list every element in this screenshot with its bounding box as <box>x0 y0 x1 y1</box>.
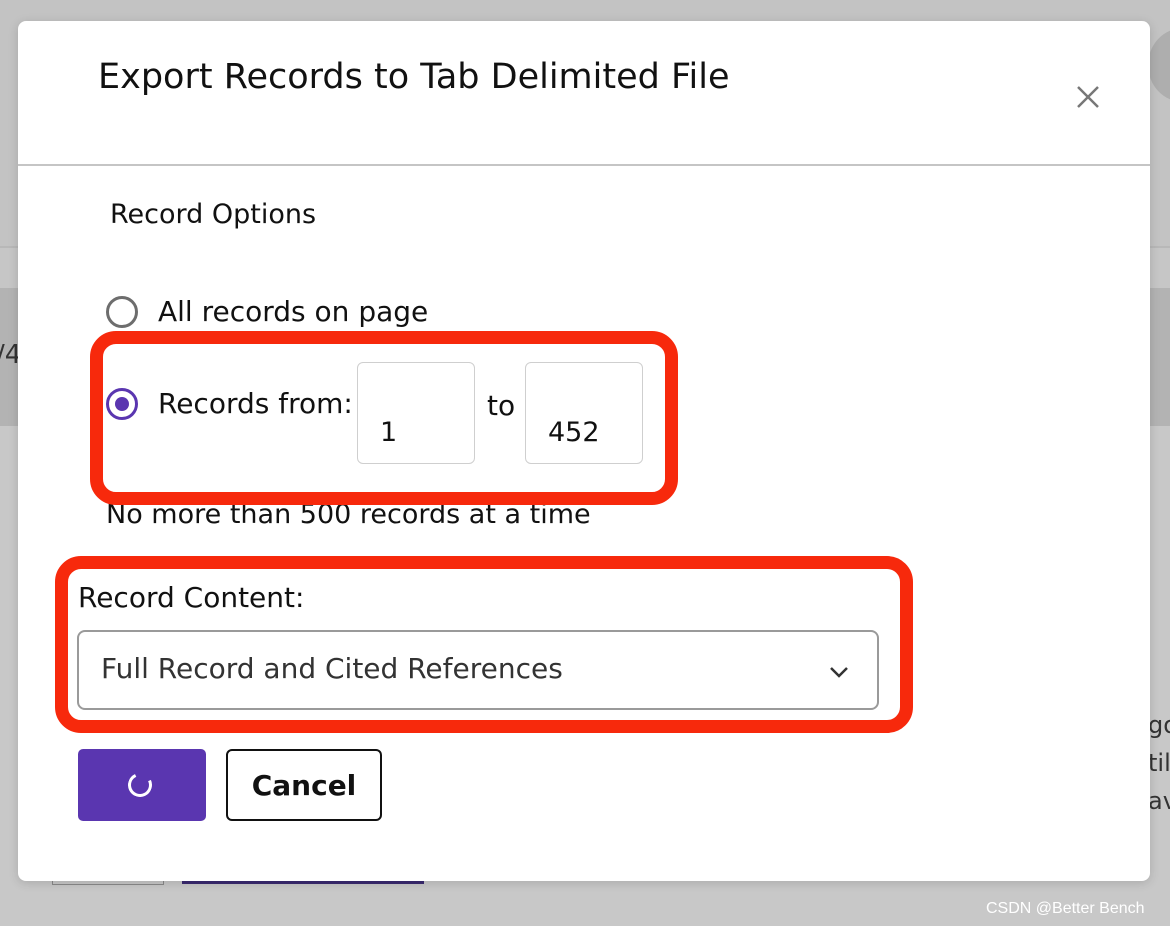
dialog-title: Export Records to Tab Delimited File <box>98 57 730 97</box>
watermark: CSDN @Better Bench <box>986 900 1145 917</box>
record-content-label: Record Content: <box>78 581 305 614</box>
divider <box>18 164 1150 166</box>
record-options-label: Record Options <box>110 199 317 230</box>
background-text-fragment: till <box>1148 749 1170 777</box>
records-limit-note: No more than 500 records at a time <box>106 499 591 530</box>
export-dialog: Export Records to Tab Delimited File Rec… <box>18 21 1150 881</box>
chevron-down-icon <box>827 660 851 684</box>
loading-spinner-icon <box>124 769 156 801</box>
export-button[interactable] <box>78 749 206 821</box>
radio-all-records[interactable]: All records on page <box>106 295 428 328</box>
record-content-select[interactable]: Full Record and Cited References <box>77 630 879 710</box>
background-text-fragment: gor <box>1148 711 1170 739</box>
records-to-input[interactable] <box>525 362 643 464</box>
records-from-input[interactable] <box>357 362 475 464</box>
to-label: to <box>487 389 516 422</box>
radio-button[interactable] <box>106 295 138 328</box>
radio-label: Records from: <box>158 387 353 420</box>
close-icon[interactable] <box>1070 79 1106 115</box>
background-text-fragment: ava <box>1148 787 1170 815</box>
cancel-button[interactable]: Cancel <box>226 749 382 821</box>
radio-button[interactable] <box>106 387 138 420</box>
select-value: Full Record and Cited References <box>101 652 563 685</box>
radio-records-from[interactable]: Records from: <box>106 387 353 420</box>
radio-label: All records on page <box>158 295 429 328</box>
